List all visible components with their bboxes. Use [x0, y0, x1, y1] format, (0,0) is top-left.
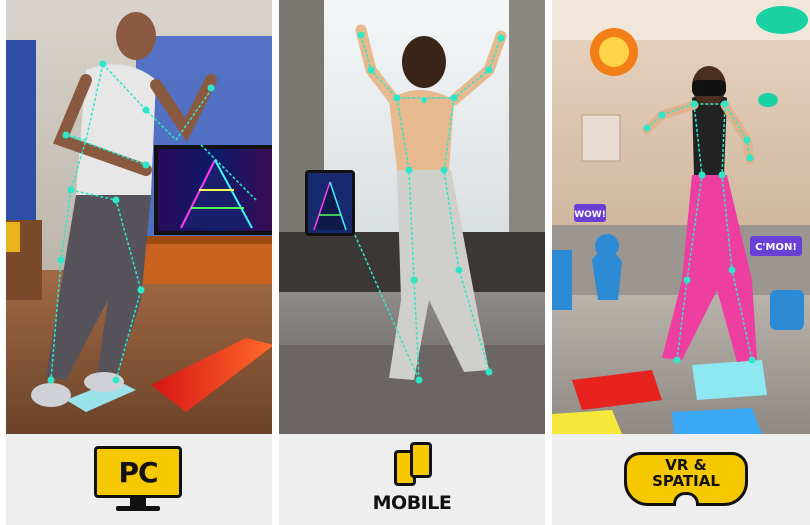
- platform-card-mobile[interactable]: MOBILE: [279, 0, 545, 525]
- phones-icon: [394, 442, 434, 488]
- monitor-icon: PC: [94, 446, 182, 512]
- vr-headset-icon: VR & SPATIAL: [624, 452, 748, 506]
- vr-label: VR & SPATIAL: [624, 457, 748, 489]
- mobile-scene-photo: [279, 0, 545, 434]
- vr-scene-photo: WOW! C'MON!: [552, 0, 810, 434]
- wow-sticker: WOW!: [574, 204, 606, 222]
- wow-sticker-text: WOW!: [574, 210, 606, 220]
- pc-scene-photo: [6, 0, 272, 434]
- monitor-screen: PC: [94, 446, 182, 498]
- phone-front-icon: [410, 442, 432, 478]
- vr-label-line1: VR &: [665, 456, 707, 474]
- vr-footer[interactable]: VR & SPATIAL: [552, 434, 810, 525]
- platform-card-vr[interactable]: WOW! C'MON! VR & SPATIAL: [552, 0, 810, 525]
- vr-label-line2: SPATIAL: [652, 472, 720, 490]
- pc-label: PC: [118, 455, 158, 489]
- mobile-footer[interactable]: MOBILE: [279, 434, 545, 525]
- cmon-sticker: C'MON!: [750, 236, 802, 256]
- pc-footer[interactable]: PC: [6, 434, 272, 525]
- platform-card-pc[interactable]: PC: [6, 0, 272, 525]
- mobile-label: MOBILE: [372, 492, 452, 514]
- cmon-sticker-text: C'MON!: [755, 242, 797, 253]
- monitor-stand: [130, 498, 146, 506]
- monitor-base: [116, 506, 160, 511]
